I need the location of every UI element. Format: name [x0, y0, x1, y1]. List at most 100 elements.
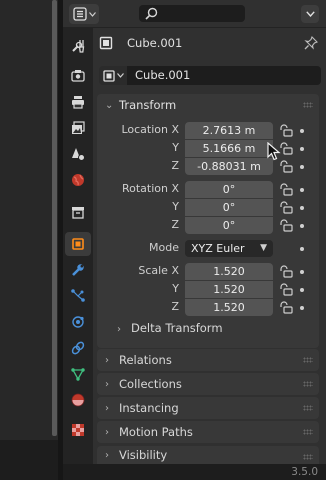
version-label: 3.5.0	[291, 466, 318, 478]
location-x-field[interactable]: 2.7613 m	[185, 122, 273, 139]
lock-icon[interactable]	[279, 201, 293, 214]
lock-icon[interactable]	[279, 142, 293, 155]
collections-panel-header[interactable]: › Collections	[97, 373, 319, 395]
drag-grip-icon[interactable]	[303, 102, 313, 108]
object-name-row: Cube.001	[99, 66, 321, 86]
motion-paths-title: Motion Paths	[119, 425, 193, 439]
location-y-field[interactable]: 5.1666 m	[185, 140, 273, 157]
location-y-row: Y 5.1666 m	[97, 140, 319, 158]
drag-grip-icon[interactable]	[303, 454, 313, 460]
location-z-field[interactable]: -0.88031 m	[185, 158, 273, 175]
world-tab[interactable]	[65, 168, 91, 192]
mode-value: XYZ Euler	[191, 242, 245, 255]
transform-header[interactable]: ⌄ Transform	[97, 94, 319, 116]
rotation-z-label: Z	[171, 218, 179, 231]
pin-icon[interactable]	[304, 36, 318, 50]
properties-tab-bar	[63, 28, 93, 464]
wrench-icon	[72, 264, 84, 276]
object-name-field[interactable]: Cube.001	[127, 66, 321, 85]
lock-icon[interactable]	[279, 219, 293, 232]
options-dropdown-button[interactable]	[301, 5, 319, 23]
output-tab[interactable]	[65, 90, 91, 114]
constraints-tab[interactable]	[65, 336, 91, 360]
search-input[interactable]	[139, 5, 245, 22]
rotation-mode-row: Mode XYZ Euler ▼	[97, 240, 319, 258]
collections-title: Collections	[119, 377, 182, 391]
texture-tab[interactable]	[65, 418, 91, 442]
rotation-y-label: Y	[172, 200, 179, 213]
object-tab[interactable]	[65, 232, 91, 256]
chevron-right-icon: ›	[105, 426, 109, 438]
keyframe-dot[interactable]	[300, 247, 304, 251]
location-z-row: Z -0.88031 m	[97, 158, 319, 176]
scale-x-row: Scale X 1.520	[97, 263, 319, 281]
lock-icon[interactable]	[279, 301, 293, 314]
motion-paths-panel-header[interactable]: › Motion Paths	[97, 421, 319, 443]
modifiers-tab[interactable]	[65, 258, 91, 282]
material-tab[interactable]	[65, 388, 91, 412]
lock-icon[interactable]	[279, 183, 293, 196]
drag-grip-icon[interactable]	[303, 357, 313, 363]
collection-tab[interactable]	[65, 200, 91, 224]
rotation-x-field[interactable]: 0°	[185, 181, 273, 198]
scale-x-label: Scale X	[138, 264, 179, 277]
chevron-down-icon	[88, 11, 96, 17]
object-browse-dropdown[interactable]	[99, 66, 127, 85]
visibility-panel-header[interactable]: › Visibility	[97, 446, 319, 464]
chevron-right-icon: ›	[105, 449, 109, 461]
data-tab[interactable]	[65, 362, 91, 386]
keyframe-dot[interactable]	[300, 306, 304, 310]
lock-icon[interactable]	[279, 265, 293, 278]
mouse-cursor-icon	[267, 142, 281, 161]
scale-z-label: Z	[171, 300, 179, 313]
rotation-y-field[interactable]: 0°	[185, 199, 273, 216]
rotation-z-field[interactable]: 0°	[185, 217, 273, 234]
lock-icon[interactable]	[279, 160, 293, 173]
drag-grip-icon[interactable]	[303, 381, 313, 387]
keyframe-dot[interactable]	[300, 147, 304, 151]
keyframe-dot[interactable]	[300, 224, 304, 228]
relations-title: Relations	[119, 353, 172, 367]
keyframe-dot[interactable]	[300, 129, 304, 133]
delta-transform-subpanel-header[interactable]: › Delta Transform	[117, 321, 223, 335]
editor-type-button[interactable]	[69, 4, 99, 24]
scale-z-field[interactable]: 1.520	[185, 299, 273, 316]
object-context-row: Cube.001	[99, 34, 182, 52]
outliner-footer	[0, 440, 58, 480]
instancing-panel-header[interactable]: › Instancing	[97, 397, 319, 419]
relations-panel-header[interactable]: › Relations	[97, 349, 319, 371]
rotation-x-label: Rotation X	[121, 182, 179, 195]
chevron-down-icon	[116, 73, 124, 78]
keyframe-dot[interactable]	[300, 165, 304, 169]
physics-tab[interactable]	[65, 310, 91, 334]
object-icon	[102, 69, 115, 82]
scale-y-field[interactable]: 1.520	[185, 281, 273, 298]
wrench-screwdriver-icon	[72, 40, 85, 53]
keyframe-dot[interactable]	[300, 188, 304, 192]
view-layer-tab[interactable]	[65, 116, 91, 140]
outliner-scrollbar[interactable]	[52, 0, 57, 436]
properties-editor-icon	[72, 7, 87, 21]
chevron-down-icon: ⌄	[105, 99, 114, 111]
keyframe-dot[interactable]	[300, 270, 304, 274]
delta-transform-title: Delta Transform	[131, 321, 223, 335]
lock-icon[interactable]	[279, 124, 293, 137]
lock-icon[interactable]	[279, 283, 293, 296]
drag-grip-icon[interactable]	[303, 429, 313, 435]
camera-back-icon	[71, 70, 85, 82]
drag-grip-icon[interactable]	[303, 405, 313, 411]
location-x-row: Location X 2.7613 m	[97, 122, 319, 140]
scene-tab[interactable]	[65, 142, 91, 166]
rotation-mode-select[interactable]: XYZ Euler ▼	[185, 240, 273, 257]
particles-tab[interactable]	[65, 284, 91, 308]
properties-header	[63, 0, 326, 28]
globe-icon	[72, 174, 84, 186]
tool-tab[interactable]	[65, 34, 91, 58]
cone-sphere-icon	[72, 148, 85, 161]
images-icon	[72, 121, 85, 134]
search-icon	[145, 7, 158, 20]
keyframe-dot[interactable]	[300, 206, 304, 210]
render-tab[interactable]	[65, 64, 91, 88]
keyframe-dot[interactable]	[300, 288, 304, 292]
scale-x-field[interactable]: 1.520	[185, 263, 273, 280]
